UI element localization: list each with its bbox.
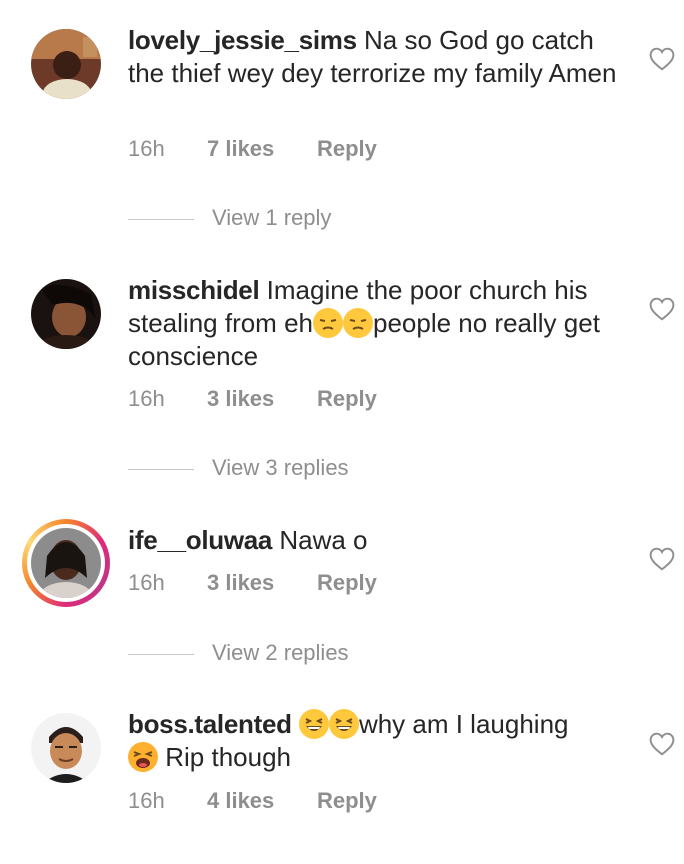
comment-username[interactable]: boss.talented [128,709,292,739]
reply-button[interactable]: Reply [317,386,377,412]
view-replies-label: View 2 replies [212,640,349,665]
view-replies-button[interactable]: View 3 replies [128,455,428,485]
heart-icon[interactable] [649,732,675,756]
likes-count[interactable]: 7 likes [207,136,274,162]
comment-body-continued: Rip though [165,742,291,772]
reply-button[interactable]: Reply [317,136,377,162]
reply-button[interactable]: Reply [317,570,377,596]
avatar[interactable] [31,279,101,349]
comment-body: why am I laughing [358,709,569,739]
likes-count[interactable]: 3 likes [207,570,274,596]
comment-time: 16h [128,788,165,813]
comment-username[interactable]: misschidel [128,275,260,305]
comment-time: 16h [128,386,165,411]
view-replies-button[interactable]: View 2 replies [128,640,428,670]
grinning-squinting-face-icon [298,709,329,739]
likes-count[interactable]: 4 likes [207,788,274,814]
reply-button[interactable]: Reply [317,788,377,814]
comment-meta: 16h 7 likes Reply [128,136,528,166]
grinning-squinting-face-icon [328,709,359,739]
comment-text: misschidel Imagine the poor church his s… [128,274,628,373]
tired-face-icon [128,742,158,772]
unamused-face-icon [342,308,373,338]
avatar[interactable] [31,29,101,99]
view-replies-button[interactable]: View 1 reply [128,205,428,235]
comment-text: lovely_jessie_sims Na so God go catch th… [128,24,628,90]
comment-body: Nawa o [279,525,368,555]
view-replies-label: View 1 reply [212,205,332,230]
comment-time: 16h [128,136,165,161]
heart-icon[interactable] [649,297,675,321]
likes-count[interactable]: 3 likes [207,386,274,412]
divider-line [128,654,194,655]
avatar[interactable] [31,528,101,598]
comment-meta: 16h 4 likes Reply [128,788,528,818]
divider-line [128,469,194,470]
comment-username[interactable]: ife__oluwaa [128,525,272,555]
comment-time: 16h [128,570,165,595]
story-ring[interactable] [22,519,110,607]
divider-line [128,219,194,220]
comment-text: boss.talented why am I laughing Rip thou… [128,708,628,774]
comment-meta: 16h 3 likes Reply [128,386,528,416]
comment-meta: 16h 3 likes Reply [128,570,528,600]
heart-icon[interactable] [649,47,675,71]
comment-username[interactable]: lovely_jessie_sims [128,25,357,55]
avatar[interactable] [31,713,101,783]
view-replies-label: View 3 replies [212,455,349,480]
heart-icon[interactable] [649,547,675,571]
comment-text: ife__oluwaa Nawa o [128,524,628,557]
unamused-face-icon [312,308,343,338]
